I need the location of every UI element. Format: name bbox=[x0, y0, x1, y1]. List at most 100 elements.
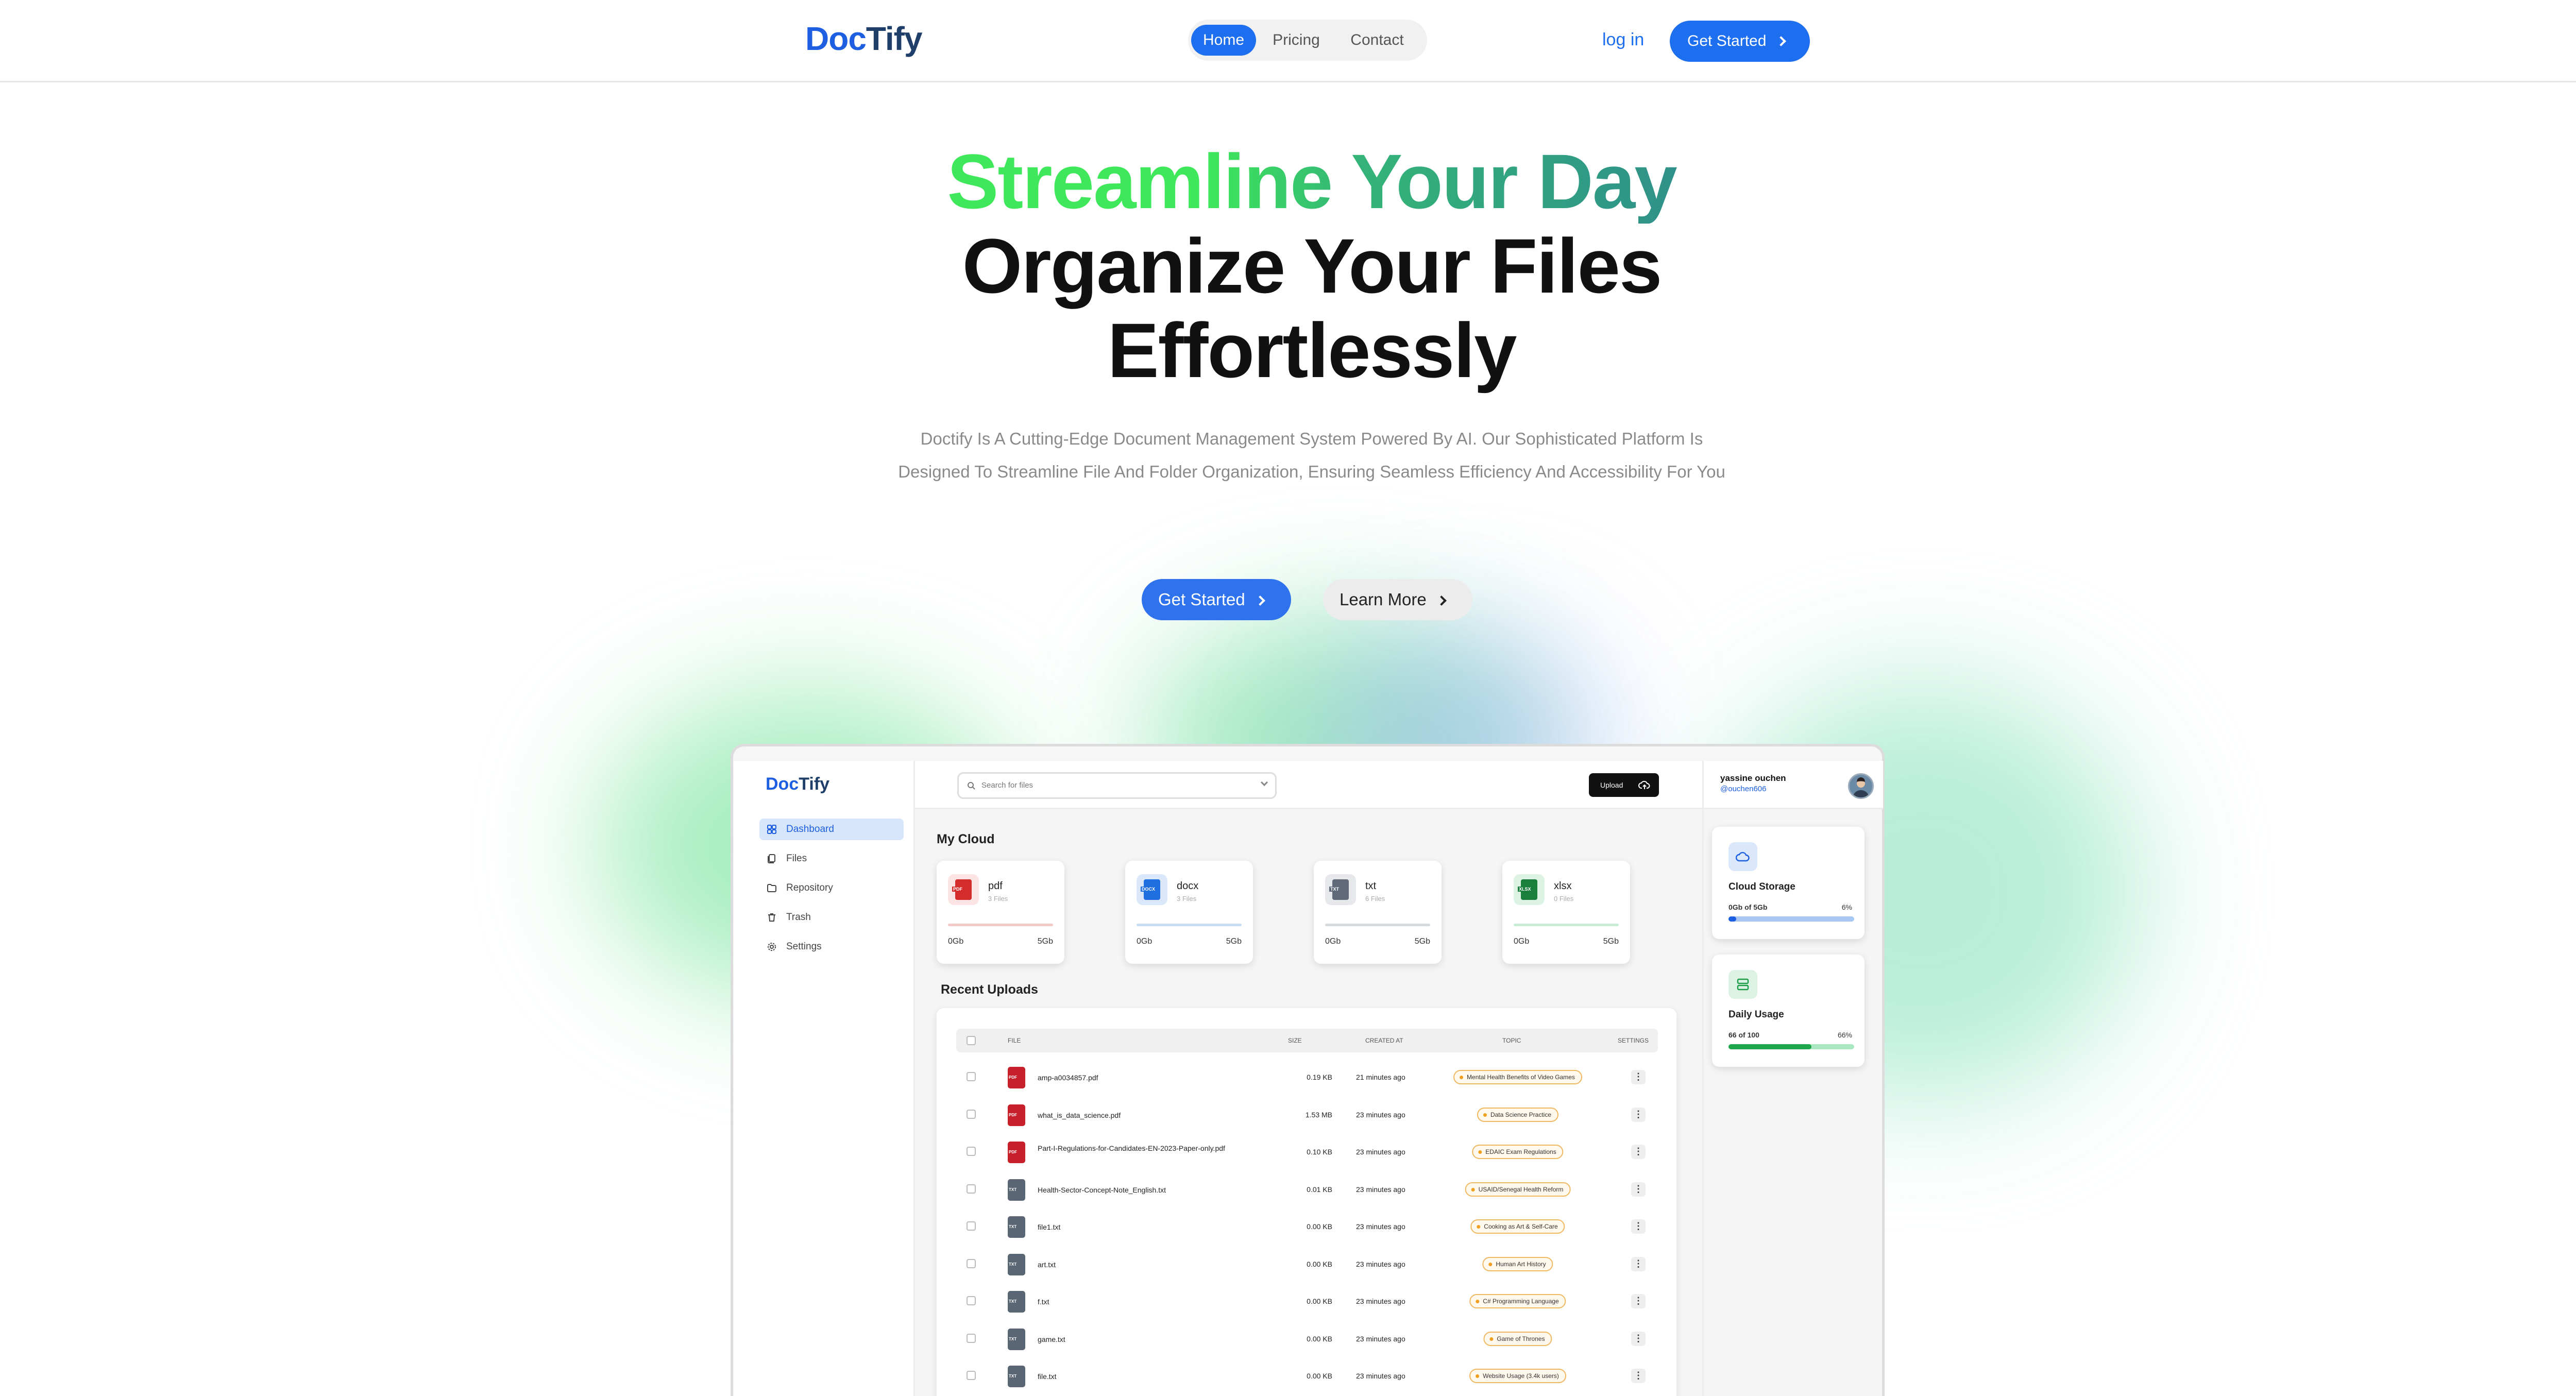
row-topic-badge: USAID/Senegal Health Reform bbox=[1465, 1182, 1571, 1197]
row-created-at: 23 minutes ago bbox=[1356, 1222, 1405, 1231]
card-usage-max: 5Gb bbox=[1414, 937, 1430, 946]
brand-logo[interactable]: DocTify bbox=[805, 20, 923, 58]
row-created-at: 23 minutes ago bbox=[1356, 1372, 1405, 1380]
row-file-name[interactable]: what_is_data_science.pdf bbox=[1038, 1111, 1233, 1120]
row-checkbox[interactable] bbox=[967, 1109, 976, 1119]
upload-label: Upload bbox=[1600, 781, 1623, 789]
card-usage-min: 0Gb bbox=[1137, 937, 1153, 946]
row-more-icon[interactable]: ⋮ bbox=[1631, 1369, 1646, 1383]
sidebar-item-trash[interactable]: Trash bbox=[759, 907, 904, 928]
row-file-size: 0.00 KB bbox=[1307, 1372, 1332, 1380]
row-file-name[interactable]: Part-I-Regulations-for-Candidates-EN-202… bbox=[1038, 1144, 1233, 1153]
avatar[interactable] bbox=[1848, 773, 1874, 799]
row-more-icon[interactable]: ⋮ bbox=[1631, 1256, 1646, 1271]
upload-button[interactable]: Upload bbox=[1589, 773, 1659, 797]
table-row[interactable]: PDF what_is_data_science.pdf 1.53 MB 23 min… bbox=[956, 1097, 1658, 1134]
file-type-tag: DOCX bbox=[1141, 887, 1157, 892]
xlsx-file-icon: XLSX bbox=[1518, 879, 1537, 900]
app-sidebar: DocTify Dashboard Files Repository Trash… bbox=[734, 761, 915, 1396]
card-type-name: xlsx bbox=[1554, 880, 1572, 892]
app-logo[interactable]: DocTify bbox=[766, 774, 829, 794]
top-navbar: DocTify Home Pricing Contact log in Get … bbox=[0, 0, 2576, 82]
row-file-name[interactable]: f.txt bbox=[1038, 1297, 1233, 1306]
server-icon bbox=[1737, 978, 1749, 991]
col-topic: TOPIC bbox=[1502, 1037, 1521, 1044]
file-type-tag: TXT bbox=[1009, 1336, 1017, 1341]
row-file-size: 0.00 KB bbox=[1307, 1297, 1332, 1305]
table-row[interactable]: TXT Health-Sector-Concept-Note_English.tx… bbox=[956, 1172, 1658, 1209]
learn-more-button[interactable]: Learn More bbox=[1323, 579, 1472, 620]
row-more-icon[interactable]: ⋮ bbox=[1631, 1294, 1646, 1308]
file-type-icon-box: DOCX bbox=[1137, 874, 1167, 905]
file-type-icon-box: TXT bbox=[1325, 874, 1356, 905]
sidebar-item-repository[interactable]: Repository bbox=[759, 877, 904, 899]
nav-home-link[interactable]: Home bbox=[1191, 25, 1256, 56]
pdf-file-icon: PDF bbox=[952, 879, 972, 900]
row-checkbox[interactable] bbox=[967, 1333, 976, 1343]
row-more-icon[interactable]: ⋮ bbox=[1631, 1331, 1646, 1346]
row-checkbox[interactable] bbox=[967, 1072, 976, 1081]
user-profile[interactable]: yassine ouchen @ouchen606 bbox=[1704, 761, 1883, 809]
cloud-card-txt[interactable]: TXT txt 6 Files 0Gb 5Gb bbox=[1314, 861, 1442, 964]
row-more-icon[interactable]: ⋮ bbox=[1631, 1145, 1646, 1159]
file-type-tag: TXT bbox=[1009, 1262, 1017, 1267]
select-all-checkbox[interactable] bbox=[967, 1036, 976, 1045]
hero-title-gradient: Streamline Your Day bbox=[930, 139, 1693, 224]
pdf-file-icon: PDF bbox=[1008, 1142, 1025, 1163]
sidebar-item-dashboard[interactable]: Dashboard bbox=[759, 819, 904, 840]
card-type-name: docx bbox=[1177, 880, 1199, 892]
app-logo-part-doc: Doc bbox=[766, 774, 799, 794]
row-checkbox[interactable] bbox=[967, 1371, 976, 1380]
row-more-icon[interactable]: ⋮ bbox=[1631, 1182, 1646, 1197]
sidebar-item-files[interactable]: Files bbox=[759, 848, 904, 870]
nav-get-started-button[interactable]: Get Started bbox=[1670, 21, 1810, 62]
row-file-name[interactable]: amp-a0034857.pdf bbox=[1038, 1073, 1233, 1082]
row-created-at: 23 minutes ago bbox=[1356, 1334, 1405, 1343]
row-checkbox[interactable] bbox=[967, 1258, 976, 1268]
row-checkbox[interactable] bbox=[967, 1147, 976, 1156]
row-more-icon[interactable]: ⋮ bbox=[1631, 1219, 1646, 1234]
table-row[interactable]: PDF Part-I-Regulations-for-Candidates-EN-… bbox=[956, 1134, 1658, 1171]
landing-page: DocTify Home Pricing Contact log in Get … bbox=[0, 0, 2576, 1396]
row-checkbox[interactable] bbox=[967, 1184, 976, 1194]
table-row[interactable]: TXT file1.txt 0.00 KB 23 minutes ago Cooking… bbox=[956, 1209, 1658, 1246]
row-file-name[interactable]: file1.txt bbox=[1038, 1222, 1233, 1232]
nav-contact-link[interactable]: Contact bbox=[1337, 25, 1417, 56]
row-more-icon[interactable]: ⋮ bbox=[1631, 1107, 1646, 1122]
row-checkbox[interactable] bbox=[967, 1221, 976, 1231]
txt-file-icon: TXT bbox=[1008, 1216, 1025, 1238]
login-link[interactable]: log in bbox=[1602, 30, 1644, 50]
row-checkbox[interactable] bbox=[967, 1296, 976, 1305]
table-row[interactable]: TXT file.txt 0.00 KB 23 minutes ago Website … bbox=[956, 1358, 1658, 1395]
cloud-storage-title: Cloud Storage bbox=[1728, 881, 1795, 892]
hero-title-line2: Organize Your Files bbox=[962, 223, 1663, 309]
row-created-at: 21 minutes ago bbox=[1356, 1073, 1405, 1081]
recent-uploads-heading: Recent Uploads bbox=[941, 982, 1038, 997]
file-type-tag: PDF bbox=[1009, 1112, 1017, 1117]
cloud-card-xlsx[interactable]: XLSX xlsx 0 Files 0Gb 5Gb bbox=[1502, 861, 1630, 964]
row-file-name[interactable]: art.txt bbox=[1038, 1260, 1233, 1269]
nav-pricing-link[interactable]: Pricing bbox=[1260, 25, 1332, 56]
table-row[interactable]: TXT game.txt 0.00 KB 23 minutes ago Game of … bbox=[956, 1321, 1658, 1358]
row-file-name[interactable]: game.txt bbox=[1038, 1335, 1233, 1344]
hero-get-started-button[interactable]: Get Started bbox=[1142, 579, 1291, 620]
row-file-name[interactable]: file.txt bbox=[1038, 1372, 1233, 1381]
card-usage-max: 5Gb bbox=[1037, 937, 1053, 946]
cloud-card-pdf[interactable]: PDF pdf 3 Files 0Gb 5Gb bbox=[937, 861, 1064, 964]
txt-file-icon: TXT bbox=[1008, 1179, 1025, 1201]
row-file-name[interactable]: Health-Sector-Concept-Note_English.txt bbox=[1038, 1185, 1233, 1195]
cloud-card-docx[interactable]: DOCX docx 3 Files 0Gb 5Gb bbox=[1125, 861, 1253, 964]
sidebar-item-settings[interactable]: Settings bbox=[759, 936, 904, 958]
card-usage-bar bbox=[1325, 924, 1430, 926]
table-row[interactable]: TXT art.txt 0.00 KB 23 minutes ago Human Art… bbox=[956, 1247, 1658, 1284]
table-row[interactable]: TXT f.txt 0.00 KB 23 minutes ago C# Programm… bbox=[956, 1284, 1658, 1321]
table-row[interactable]: PDF amp-a0034857.pdf 0.19 KB 21 minutes ago… bbox=[956, 1060, 1658, 1097]
card-usage-min: 0Gb bbox=[1514, 937, 1530, 946]
sidebar-item-label: Repository bbox=[786, 882, 833, 893]
col-size: SIZE bbox=[1288, 1037, 1302, 1044]
col-file: FILE bbox=[1008, 1037, 1021, 1044]
row-created-at: 23 minutes ago bbox=[1356, 1297, 1405, 1305]
row-more-icon[interactable]: ⋮ bbox=[1631, 1070, 1646, 1084]
search-input[interactable]: Search for files bbox=[957, 772, 1277, 799]
usage-icon-box bbox=[1728, 970, 1757, 999]
